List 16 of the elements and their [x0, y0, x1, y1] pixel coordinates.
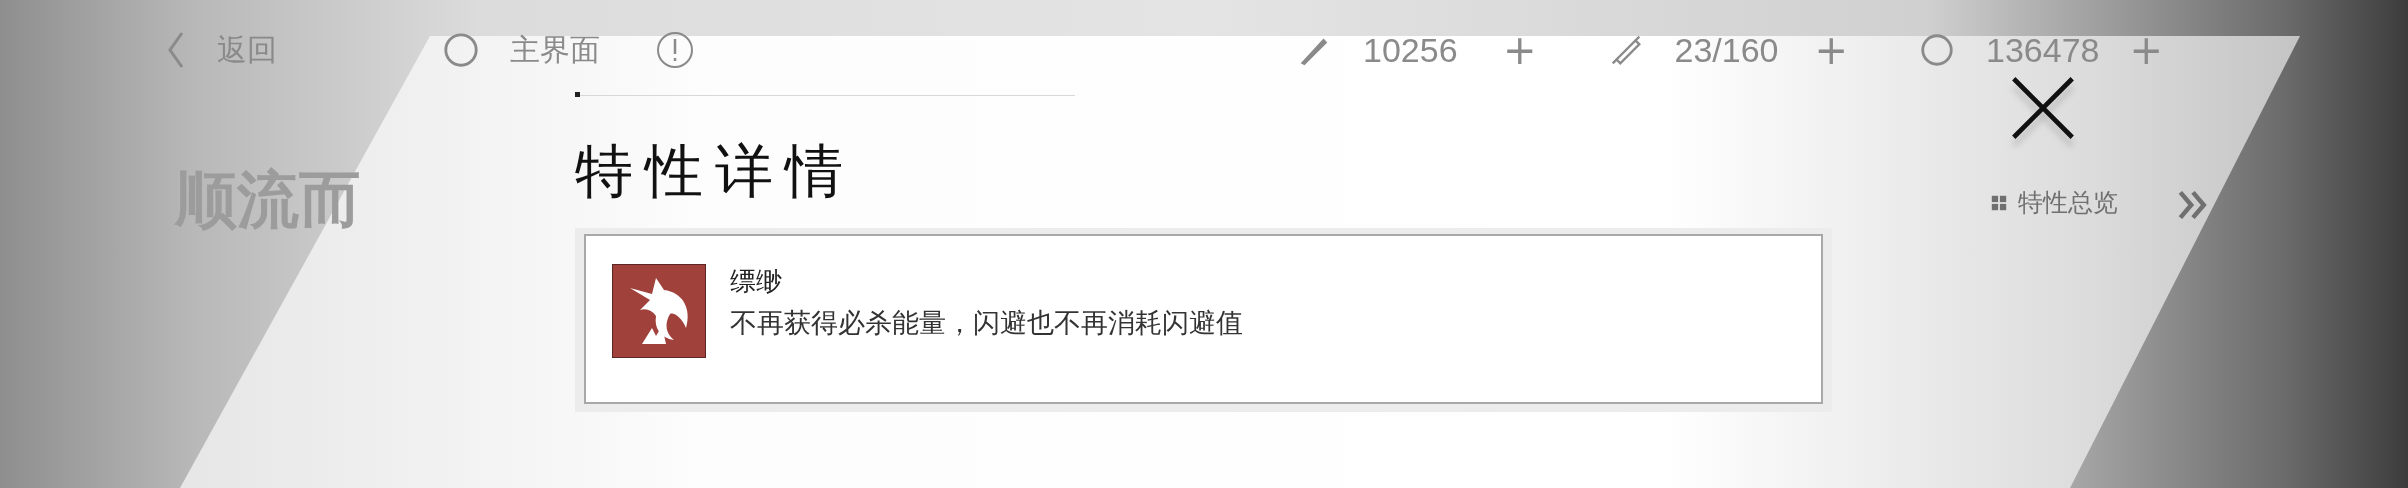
trait-name: 缥缈 — [730, 265, 783, 298]
close-icon[interactable] — [2010, 75, 2076, 141]
add-button[interactable]: + — [1814, 27, 1849, 73]
overview-link[interactable]: 特性总览 — [1990, 186, 2118, 219]
trait-icon — [612, 264, 706, 358]
trait-description: 不再获得必杀能量，闪避也不再消耗闪避值 — [730, 306, 1243, 340]
add-button[interactable]: + — [1503, 27, 1537, 73]
circle-icon — [442, 31, 480, 69]
dialog-title: 特性详情 — [575, 136, 856, 206]
resource-count: 23/160 — [1674, 30, 1780, 70]
home-button[interactable]: 主界面 — [442, 29, 600, 71]
resource-count: 10256 — [1363, 30, 1459, 70]
grid-icon — [1990, 193, 2008, 212]
info-icon[interactable] — [655, 30, 695, 70]
resource-count: 136478 — [1986, 30, 2100, 70]
add-button[interactable]: + — [2129, 27, 2163, 73]
